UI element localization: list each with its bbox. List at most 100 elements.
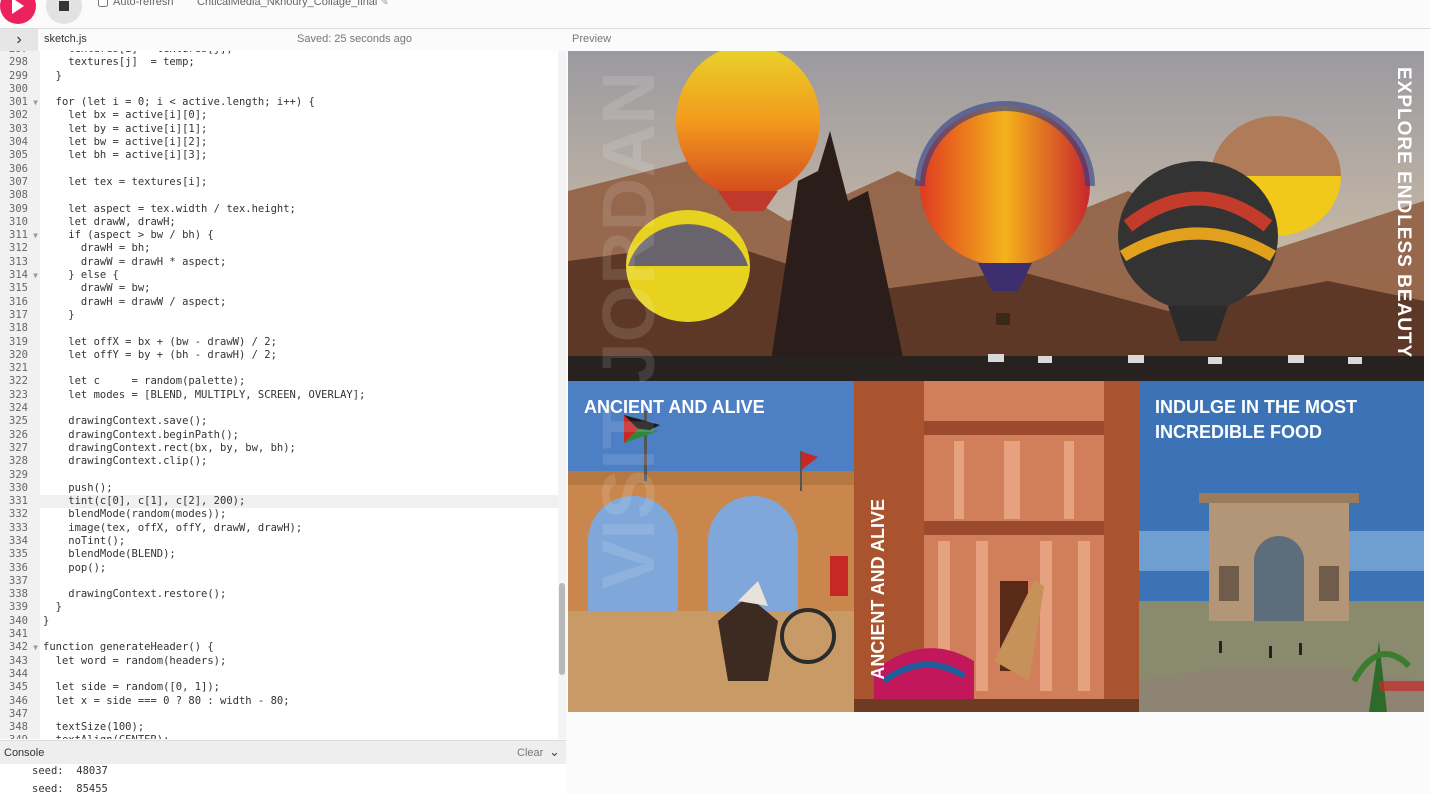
line-number: 328 (9, 455, 28, 468)
line-number: 324 (9, 402, 28, 415)
code-line[interactable]: let aspect = tex.width / tex.height; (40, 203, 558, 216)
line-number: 340 (9, 614, 28, 627)
chevron-down-icon[interactable]: ⌄ (549, 744, 560, 760)
editor-scrollbar[interactable] (558, 51, 566, 739)
code-line[interactable]: drawingContext.rect(bx, by, bw, bh); (40, 442, 558, 455)
code-line[interactable] (40, 469, 558, 482)
collage-balloons-panel: EXPLORE ENDLESS BEAUTY (568, 51, 1424, 381)
code-line[interactable]: } (40, 70, 558, 83)
line-number: 343 (9, 654, 28, 667)
code-line[interactable]: tint(c[0], c[1], c[2], 200); (40, 495, 558, 509)
code-line[interactable]: textSize(100); (40, 721, 558, 734)
code-line[interactable]: let bx = active[i][0]; (40, 109, 558, 122)
code-line[interactable]: let by = active[i][1]; (40, 123, 558, 136)
line-number: 315 (9, 282, 28, 295)
console-line: seed: 48037 (32, 765, 108, 777)
code-line[interactable]: drawW = drawH * aspect; (40, 256, 558, 269)
line-number: 338 (9, 588, 28, 601)
line-number: 312 (9, 242, 28, 255)
project-name[interactable]: CriticalMedia_Nkhoury_Collage_final ✎ (197, 0, 389, 8)
fold-arrow-icon[interactable]: ▼ (33, 641, 38, 654)
code-line[interactable] (40, 708, 558, 721)
code-line[interactable] (40, 163, 558, 176)
code-line[interactable]: let x = side === 0 ? 80 : width - 80; (40, 695, 558, 708)
code-line[interactable]: drawingContext.clip(); (40, 455, 558, 468)
console-header: Console Clear ⌄ (0, 740, 566, 765)
code-line[interactable]: function generateHeader() { (40, 641, 558, 654)
code-line[interactable]: let tex = textures[i]; (40, 176, 558, 189)
pencil-icon[interactable]: ✎ (380, 0, 388, 8)
console-line: seed: 85455 (32, 783, 108, 794)
code-line[interactable]: drawH = drawW / aspect; (40, 296, 558, 309)
code-line[interactable] (40, 189, 558, 202)
code-line[interactable]: let modes = [BLEND, MULTIPLY, SCREEN, OV… (40, 389, 558, 402)
line-number-gutter: 297298299300301▼302303304305306307308309… (0, 51, 40, 739)
editor-scrollbar-thumb[interactable] (559, 583, 565, 675)
fold-arrow-icon[interactable]: ▼ (33, 229, 38, 242)
code-line[interactable]: let side = random([0, 1]); (40, 681, 558, 694)
code-line[interactable]: drawH = bh; (40, 242, 558, 255)
fold-arrow-icon[interactable]: ▼ (33, 269, 38, 282)
code-line[interactable]: blendMode(random(modes)); (40, 508, 558, 521)
preview-canvas: EXPLORE ENDLESS BEAUTY ANCIENT AND ALIVE (568, 51, 1424, 712)
line-number: 300 (9, 82, 28, 95)
stop-icon (59, 1, 69, 11)
code-line[interactable]: drawingContext.save(); (40, 415, 558, 428)
collage-arch-panel: INDULGE IN THE MOST INCREDIBLE FOOD (1139, 381, 1424, 712)
collage-treasury-panel: ANCIENT AND ALIVE (854, 381, 1139, 712)
code-line[interactable]: } (40, 615, 558, 628)
sidebar-toggle-button[interactable]: › (0, 29, 38, 51)
project-name-text: CriticalMedia_Nkhoury_Collage_final (197, 0, 378, 8)
code-line[interactable]: pop(); (40, 562, 558, 575)
line-number: 327 (9, 441, 28, 454)
line-number: 316 (9, 295, 28, 308)
code-line[interactable]: push(); (40, 482, 558, 495)
saved-status: Saved: 25 seconds ago (297, 33, 412, 45)
code-line[interactable]: let bw = active[i][2]; (40, 136, 558, 149)
code-line[interactable]: blendMode(BLEND); (40, 548, 558, 561)
code-line[interactable]: let bh = active[i][3]; (40, 149, 558, 162)
line-number: 305 (9, 149, 28, 162)
code-line[interactable]: if (aspect > bw / bh) { (40, 229, 558, 242)
code-line[interactable]: let word = random(headers); (40, 655, 558, 668)
code-line[interactable] (40, 402, 558, 415)
line-number: 320 (9, 348, 28, 361)
code-line[interactable] (40, 668, 558, 681)
auto-refresh-toggle[interactable]: Auto-refresh (98, 0, 174, 8)
code-line[interactable]: drawingContext.restore(); (40, 588, 558, 601)
code-line[interactable]: noTint(); (40, 535, 558, 548)
play-button[interactable] (0, 0, 36, 24)
code-line[interactable]: textures[j] = temp; (40, 56, 558, 69)
code-line[interactable]: image(tex, offX, offY, drawW, drawH); (40, 522, 558, 535)
code-line[interactable]: } (40, 601, 558, 614)
line-number: 335 (9, 548, 28, 561)
code-line[interactable] (40, 362, 558, 375)
code-line[interactable]: } else { (40, 269, 558, 282)
code-line[interactable]: let offX = bx + (bw - drawW) / 2; (40, 336, 558, 349)
code-editor[interactable]: textures[i] = textures[j]; textures[j] =… (40, 51, 558, 739)
treasury-scene (854, 381, 1139, 712)
chevron-right-icon: › (16, 31, 22, 48)
code-line[interactable]: drawingContext.beginPath(); (40, 429, 558, 442)
fold-arrow-icon[interactable]: ▼ (33, 96, 38, 109)
code-line[interactable] (40, 628, 558, 641)
code-line[interactable]: let drawW, drawH; (40, 216, 558, 229)
auto-refresh-checkbox[interactable] (98, 0, 108, 7)
ghost-watermark-text: VISIT JORDAN (587, 71, 670, 590)
stop-button[interactable] (46, 0, 82, 24)
code-line[interactable]: } (40, 309, 558, 322)
line-number: 319 (9, 335, 28, 348)
line-number: 321 (9, 362, 28, 375)
code-line[interactable] (40, 83, 558, 96)
line-number: 322 (9, 375, 28, 388)
line-number: 349 (0, 734, 40, 739)
code-line[interactable] (40, 322, 558, 335)
code-line[interactable]: for (let i = 0; i < active.length; i++) … (40, 96, 558, 109)
play-icon (12, 0, 24, 14)
console-clear-button[interactable]: Clear (517, 747, 543, 759)
code-line[interactable] (40, 575, 558, 588)
code-line[interactable]: let c = random(palette); (40, 375, 558, 388)
code-line[interactable]: textAlign(CENTER); (40, 734, 558, 739)
code-line[interactable]: drawW = bw; (40, 282, 558, 295)
code-line[interactable]: let offY = by + (bh - drawH) / 2; (40, 349, 558, 362)
